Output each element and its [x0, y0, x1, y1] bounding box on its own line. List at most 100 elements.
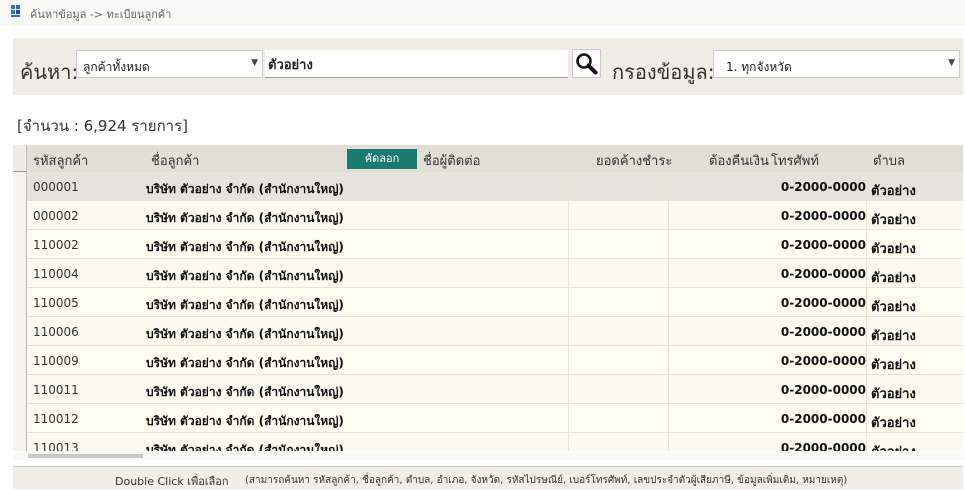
row-selector[interactable]: [13, 317, 27, 346]
row-selector[interactable]: [13, 375, 27, 404]
footer-hint: Double Click เพื่อเลือก: [115, 475, 229, 488]
footer-bar: Double Click เพื่อเลือก (สามารถค้นหา รหั…: [13, 466, 963, 489]
table-row[interactable]: 000001 บริษัท ตัวอย่าง จำกัด (สำนักงานใหญ…: [13, 172, 963, 201]
column-divider: [866, 404, 867, 433]
column-header-refund[interactable]: ต้องคืนเงิน: [709, 150, 769, 171]
cell-code: 000002: [33, 209, 79, 223]
cell-code: 110012: [33, 412, 79, 426]
row-selector[interactable]: [13, 346, 27, 375]
cell-code: 110009: [33, 354, 79, 368]
column-divider: [668, 259, 669, 288]
column-divider: [668, 433, 669, 451]
table-row[interactable]: 110002 บริษัท ตัวอย่าง จำกัด (สำนักงานใหญ…: [13, 230, 963, 259]
row-selector[interactable]: [13, 259, 27, 288]
cell-phone: 0-2000-0000: [780, 296, 866, 310]
column-divider: [568, 172, 569, 201]
search-panel: ค้นหา: ลูกค้าทั้งหมด ▼ ตัวอย่าง กรองข้อม…: [13, 38, 963, 95]
row-selector[interactable]: [13, 201, 27, 230]
column-divider: [668, 288, 669, 317]
column-divider: [668, 404, 669, 433]
province-value: 1. ทุกจังหวัด: [726, 60, 792, 74]
horizontal-scrollbar[interactable]: [14, 452, 965, 460]
cell-subdistrict: ตัวอย่าง: [871, 441, 916, 451]
search-label: ค้นหา:: [20, 60, 79, 84]
cell-subdistrict: ตัวอย่าง: [871, 242, 916, 257]
column-header-code[interactable]: รหัสลูกค้า: [33, 150, 88, 171]
table-row[interactable]: 110006 บริษัท ตัวอย่าง จำกัด (สำนักงานใหญ…: [13, 317, 963, 346]
header-corner: [13, 145, 27, 172]
column-divider: [668, 375, 669, 404]
province-select[interactable]: 1. ทุกจังหวัด ▼: [713, 50, 960, 78]
table-row[interactable]: 110011 บริษัท ตัวอย่าง จำกัด (สำนักงานใหญ…: [13, 375, 963, 404]
column-divider: [866, 375, 867, 404]
table-row[interactable]: 110013 บริษัท ตัวอย่าง จำกัด (สำนักงานใหญ…: [13, 433, 963, 451]
row-selector[interactable]: [13, 404, 27, 433]
cell-name: บริษัท ตัวอย่าง จำกัด (สำนักงานใหญ่): [146, 240, 344, 254]
column-divider: [568, 404, 569, 433]
column-divider: [568, 346, 569, 375]
cell-subdistrict: ตัวอย่าง: [871, 184, 916, 199]
column-divider: [866, 172, 867, 201]
search-input[interactable]: ตัวอย่าง: [265, 50, 568, 78]
column-header-outstanding[interactable]: ยอดค้างชำระ: [596, 150, 672, 171]
column-divider: [866, 230, 867, 259]
breadcrumb: ค้นหาข้อมูล -> ทะเบียนลูกค้า: [30, 8, 172, 21]
cell-name: บริษัท ตัวอย่าง จำกัด (สำนักงานใหญ่): [146, 414, 344, 428]
breadcrumb-bar: ค้นหาข้อมูล -> ทะเบียนลูกค้า: [0, 0, 965, 26]
column-header-subdistrict[interactable]: ตำบล: [873, 150, 905, 171]
cell-code: 110002: [33, 238, 79, 252]
copy-button[interactable]: คัดลอก: [347, 149, 417, 169]
column-divider: [568, 433, 569, 451]
cell-subdistrict: ตัวอย่าง: [871, 416, 916, 431]
grid-header: รหัสลูกค้า ชื่อลูกค้า คัดลอก ชื่อผู้ติดต…: [13, 145, 963, 172]
grid-rows: 000001 บริษัท ตัวอย่าง จำกัด (สำนักงานใหญ…: [13, 172, 963, 451]
cell-name: บริษัท ตัวอย่าง จำกัด (สำนักงานใหญ่): [146, 211, 344, 225]
scrollbar-thumb[interactable]: [28, 454, 143, 458]
cell-subdistrict: ตัวอย่าง: [871, 329, 916, 344]
cell-name: บริษัท ตัวอย่าง จำกัด (สำนักงานใหญ่): [146, 298, 344, 312]
cell-phone: 0-2000-0000: [780, 383, 866, 397]
customer-type-select[interactable]: ลูกค้าทั้งหมด ▼: [76, 50, 263, 78]
cell-code: 110005: [33, 296, 79, 310]
column-divider: [568, 317, 569, 346]
record-count: [จำนวน : 6,924 รายการ]: [17, 117, 188, 135]
table-row[interactable]: 110005 บริษัท ตัวอย่าง จำกัด (สำนักงานใหญ…: [13, 288, 963, 317]
column-divider: [668, 230, 669, 259]
footer-note: (สามารถค้นหา รหัสลูกค้า, ชื่อลูกค้า, ตำบ…: [245, 475, 848, 486]
cell-phone: 0-2000-0000: [780, 180, 866, 194]
column-header-name[interactable]: ชื่อลูกค้า: [151, 150, 199, 171]
cell-name: บริษัท ตัวอย่าง จำกัด (สำนักงานใหญ่): [146, 327, 344, 341]
row-selector[interactable]: [13, 172, 27, 201]
cell-subdistrict: ตัวอย่าง: [871, 387, 916, 402]
cell-name: บริษัท ตัวอย่าง จำกัด (สำนักงานใหญ่): [146, 356, 344, 370]
filter-label: กรองข้อมูล:: [612, 60, 715, 84]
row-selector[interactable]: [13, 433, 27, 451]
cell-subdistrict: ตัวอย่าง: [871, 358, 916, 373]
table-row[interactable]: 000002 บริษัท ตัวอย่าง จำกัด (สำนักงานใหญ…: [13, 201, 963, 230]
search-button[interactable]: [572, 49, 601, 78]
cell-phone: 0-2000-0000: [780, 441, 866, 451]
column-divider: [568, 230, 569, 259]
cell-name: บริษัท ตัวอย่าง จำกัด (สำนักงานใหญ่): [146, 385, 344, 399]
app-icon: [11, 5, 21, 17]
cell-name: บริษัท ตัวอย่าง จำกัด (สำนักงานใหญ่): [146, 182, 344, 196]
cell-phone: 0-2000-0000: [780, 354, 866, 368]
column-divider: [866, 433, 867, 451]
column-divider: [568, 201, 569, 230]
column-divider: [568, 375, 569, 404]
row-selector[interactable]: [13, 288, 27, 317]
customer-grid[interactable]: รหัสลูกค้า ชื่อลูกค้า คัดลอก ชื่อผู้ติดต…: [13, 145, 963, 451]
column-divider: [568, 288, 569, 317]
column-divider: [668, 201, 669, 230]
caret-down-icon: ▼: [251, 58, 258, 68]
column-divider: [568, 259, 569, 288]
column-header-contact[interactable]: ชื่อผู้ติดต่อ: [423, 150, 480, 171]
cell-phone: 0-2000-0000: [780, 238, 866, 252]
column-divider: [668, 172, 669, 201]
table-row[interactable]: 110004 บริษัท ตัวอย่าง จำกัด (สำนักงานใหญ…: [13, 259, 963, 288]
row-selector[interactable]: [13, 230, 27, 259]
column-header-phone[interactable]: โทรศัพท์: [771, 150, 819, 171]
table-row[interactable]: 110009 บริษัท ตัวอย่าง จำกัด (สำนักงานใหญ…: [13, 346, 963, 375]
table-row[interactable]: 110012 บริษัท ตัวอย่าง จำกัด (สำนักงานใหญ…: [13, 404, 963, 433]
cell-phone: 0-2000-0000: [780, 209, 866, 223]
